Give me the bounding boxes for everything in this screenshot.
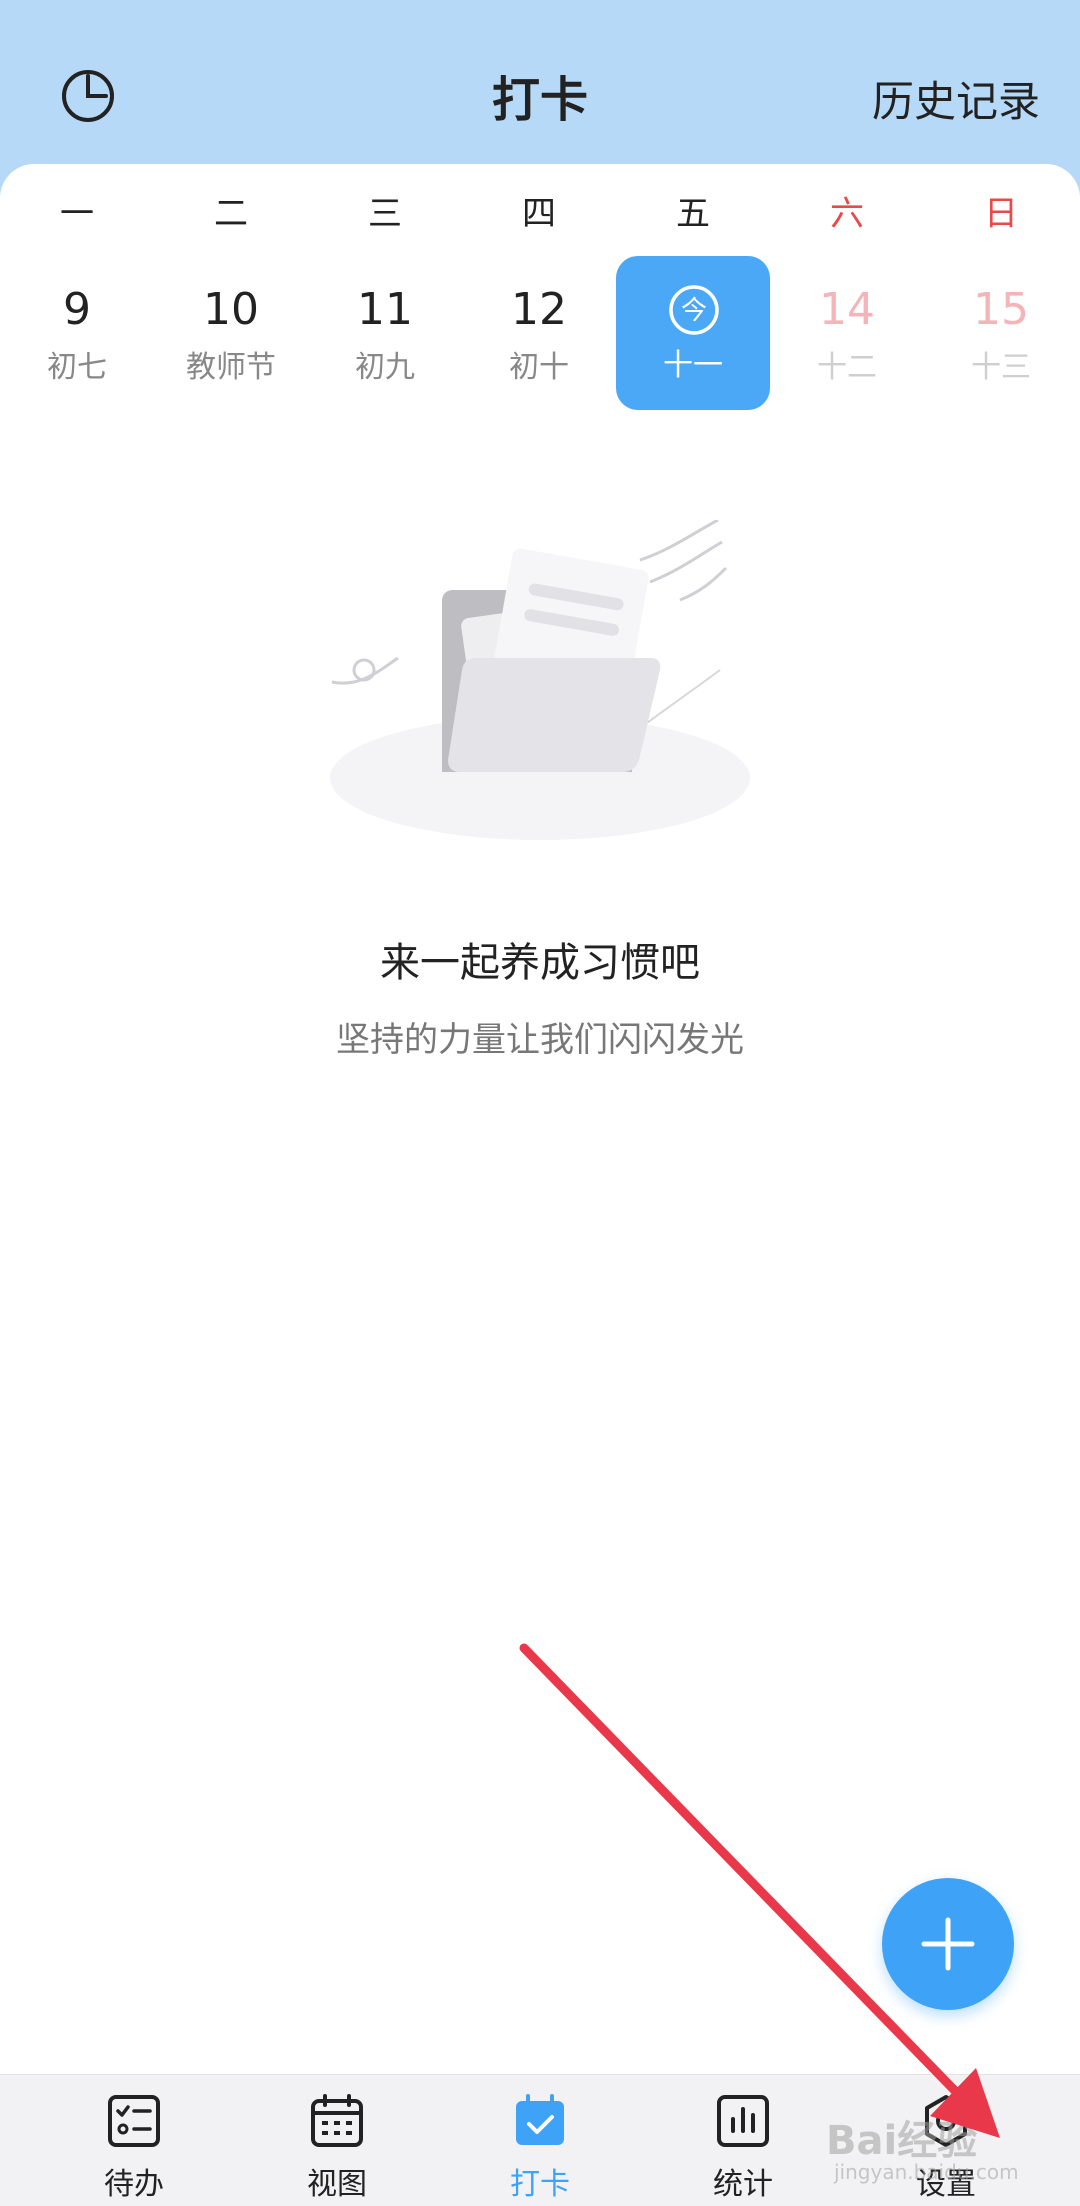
weekday-label: 日 [984,194,1018,234]
calendar-grid-icon [311,2094,363,2147]
date-number: 10 [203,284,259,335]
lunar-date: 教师节 [186,350,276,385]
watermark-url: jingyan.baidu.com [834,2160,1019,2184]
weekday-label: 五 [676,194,710,234]
nav-label: 待办 [104,2167,164,2202]
date-number: 14 [819,284,875,335]
date-number: 9 [63,284,91,335]
weekday-label: 三 [368,194,402,234]
weekday-row: 一 二 三 四 五 六 日 [0,186,1080,246]
date-cell[interactable]: 12 初十 [462,256,616,410]
nav-item-stats[interactable]: 统计 [673,2075,813,2206]
content-sheet: 一 二 三 四 五 六 日 9 初七 10 教师节 11 初九 12 初十 今 … [0,164,1080,2074]
watermark: Bai经验 [826,2118,978,2164]
empty-state-subtitle: 坚持的力量让我们闪闪发光 [336,1020,744,1060]
nav-label: 统计 [713,2167,773,2202]
lunar-date: 十三 [971,350,1031,385]
weekday-label: 四 [522,194,556,234]
date-cell[interactable]: 10 教师节 [154,256,308,410]
bar-chart-icon [717,2095,769,2147]
date-cell[interactable]: 15 十三 [924,256,1078,410]
lunar-date: 初七 [47,350,107,385]
empty-state-title: 来一起养成习惯吧 [380,940,700,986]
nav-item-todo[interactable]: 待办 [64,2075,204,2206]
weekday-label: 二 [214,194,248,234]
nav-item-view[interactable]: 视图 [267,2075,407,2206]
weekday-label: 六 [830,194,864,234]
today-badge-icon: 今 [669,285,719,335]
todo-list-icon [108,2095,160,2147]
date-row: 9 初七 10 教师节 11 初九 12 初十 今 十一 14 十二 15 十三 [0,256,1080,416]
date-cell[interactable]: 9 初七 [0,256,154,410]
date-cell[interactable]: 14 十二 [770,256,924,410]
date-cell[interactable]: 11 初九 [308,256,462,410]
lunar-date: 十一 [663,348,723,383]
checkin-screen: 打卡 历史记录 一 二 三 四 五 六 日 9 初七 10 教师节 11 初九 [0,0,1080,2206]
date-number: 11 [357,284,413,335]
app-header: 打卡 历史记录 [0,0,1080,170]
date-number: 12 [511,284,567,335]
history-button[interactable]: 历史记录 [872,68,1040,129]
folder-illustration [330,520,750,840]
nav-label: 视图 [307,2167,367,2202]
nav-label: 打卡 [510,2167,570,2202]
add-habit-button[interactable] [882,1878,1014,2010]
plus-icon [921,1917,975,1971]
today-badge-text: 今 [681,296,707,326]
lunar-date: 十二 [817,350,877,385]
date-cell-today[interactable]: 今 十一 [616,256,770,410]
lunar-date: 初九 [355,350,415,385]
lunar-date: 初十 [509,350,569,385]
nav-item-checkin[interactable]: 打卡 [470,2075,610,2206]
calendar-check-icon [516,2094,564,2145]
date-number: 15 [973,284,1029,335]
weekday-label: 一 [60,194,94,234]
